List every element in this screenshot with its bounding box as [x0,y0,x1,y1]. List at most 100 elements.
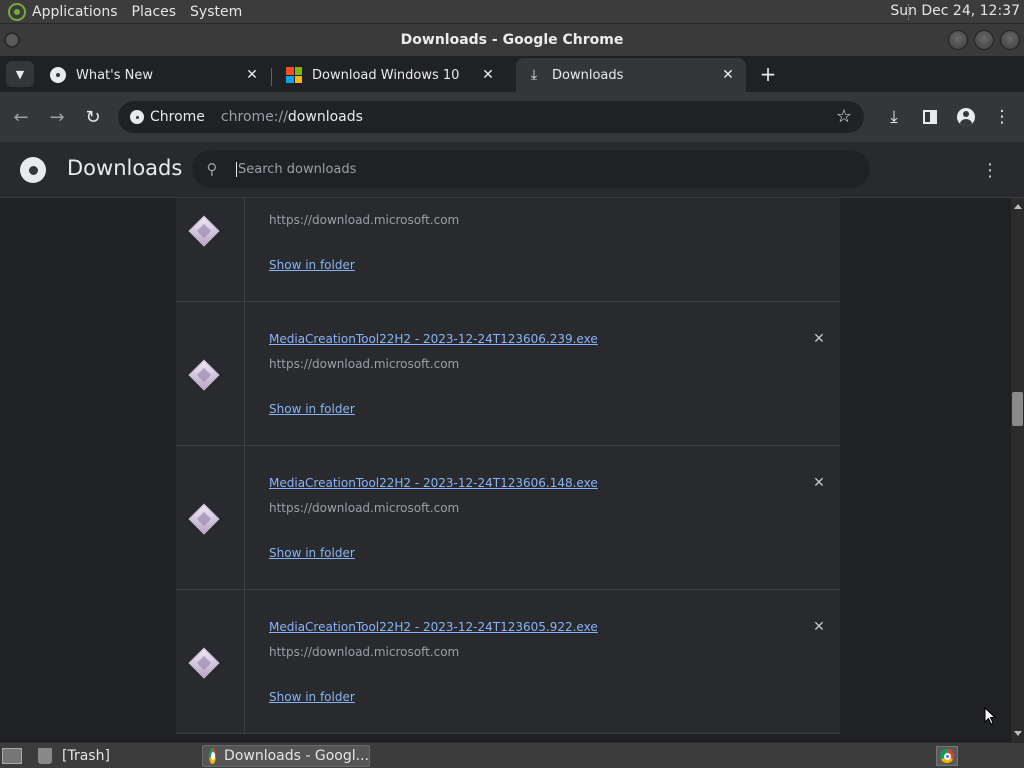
downloads-list: https://download.microsoft.com Show in f… [0,198,1010,742]
file-icon-column [176,590,245,733]
tab-label: Downloads [552,67,624,83]
back-button[interactable]: ← [8,104,34,130]
show-in-folder-link[interactable]: Show in folder [269,258,355,272]
show-in-folder-link[interactable]: Show in folder [269,690,355,704]
taskbar-item-label: [Trash] [62,748,110,764]
remove-from-list-button[interactable]: ✕ [810,618,828,636]
chip-label: Chrome [150,109,205,125]
side-panel-button[interactable] [917,104,943,130]
window-titlebar[interactable]: Downloads - Google Chrome [0,24,1024,56]
tab-downloads[interactable]: ⤓ Downloads ✕ [516,58,746,92]
download-item: https://download.microsoft.com Show in f… [176,198,840,302]
file-icon [188,359,220,391]
tab-label: What's New [76,67,153,83]
page-title: Downloads [67,156,183,180]
new-tab-button[interactable]: + [756,62,780,86]
arrow-left-icon: ← [13,106,29,128]
tab-search-button[interactable]: ▼ [6,61,34,87]
browser-toolbar: ← → ↻ Chrome chrome://downloads ☆ ⤓ ⋮ [0,92,1024,142]
scroll-up-arrow-icon[interactable] [1014,204,1022,209]
taskbar-item-trash[interactable]: [Trash] [56,745,198,767]
downloads-more-actions-icon[interactable]: ⋮ [980,158,1000,182]
clock[interactable]: Sun Dec 24, 12:37 [890,3,1020,19]
distro-logo-icon[interactable] [8,2,26,21]
close-icon[interactable]: ✕ [480,67,496,83]
tab-strip: ▼ What's New ✕ Download Windows 10 ✕ ⤓ D… [0,56,1024,92]
tab-label: Download Windows 10 [312,67,460,83]
download-file-name-link[interactable]: MediaCreationTool22H2 - 2023-12-24T12360… [269,476,598,490]
download-item: MediaCreationTool22H2 - 2023-12-24T12360… [176,302,840,446]
forward-button[interactable]: → [44,104,70,130]
search-icon: ⚲ [206,160,218,178]
page-scrollbar[interactable] [1010,198,1024,742]
download-source-url: https://download.microsoft.com [269,501,460,515]
window-title: Downloads - Google Chrome [400,32,624,48]
tab-download-windows[interactable]: Download Windows 10 ✕ [276,58,506,92]
close-icon[interactable]: ✕ [720,67,736,83]
side-panel-icon [923,110,937,124]
tab-divider [271,68,272,86]
file-icon-column [176,446,245,589]
more-vert-icon: ⋮ [993,107,1011,127]
bottom-panel: [Trash] Downloads - Googl... [0,742,1024,768]
scrollbar-thumb[interactable] [1012,392,1023,426]
download-file-name-link[interactable]: MediaCreationTool22H2 - 2023-12-24T12360… [269,332,598,346]
profile-icon [957,108,975,126]
download-file-name-link[interactable]: MediaCreationTool22H2 - 2023-12-24T12360… [269,620,598,634]
show-desktop-icon[interactable] [2,748,22,764]
chrome-icon [130,110,144,124]
places-menu[interactable]: Places [132,4,177,20]
system-menu[interactable]: System [190,4,242,20]
minimize-button[interactable] [948,30,968,50]
tray-chrome-launcher[interactable] [936,746,958,766]
download-source-url: https://download.microsoft.com [269,213,460,227]
download-source-url: https://download.microsoft.com [269,357,460,371]
download-item: MediaCreationTool22H2 - 2023-12-24T12360… [176,446,840,590]
reload-button[interactable]: ↻ [80,104,106,130]
downloads-header: Downloads ⚲ ⋮ [0,142,1024,198]
site-info-chip[interactable]: Chrome [130,109,205,125]
chrome-logo-icon [20,157,46,183]
plus-icon: + [759,62,777,86]
close-window-button[interactable] [1000,30,1020,50]
reload-icon: ↻ [85,106,101,128]
show-in-folder-link[interactable]: Show in folder [269,546,355,560]
download-icon: ⤓ [890,107,898,127]
trash-icon[interactable] [38,748,52,764]
file-icon-column [176,198,245,301]
top-panel: Applications Places System Sun Dec 24, 1… [0,0,1024,24]
arrow-right-icon: → [49,106,65,128]
file-icon-column [176,302,245,445]
applications-menu[interactable]: Applications [32,4,118,20]
chrome-menu-button[interactable]: ⋮ [989,104,1015,130]
search-input[interactable] [236,161,836,177]
windows-logo-icon [286,67,302,83]
chevron-down-icon: ▼ [15,67,25,81]
show-in-folder-link[interactable]: Show in folder [269,402,355,416]
url-host: downloads [287,109,363,125]
url-text[interactable]: chrome://downloads [221,109,363,125]
bookmark-star-icon[interactable]: ☆ [836,106,852,127]
remove-from-list-button[interactable]: ✕ [810,474,828,492]
window-menu-icon[interactable] [4,32,20,48]
taskbar-item-chrome[interactable]: Downloads - Googl... [202,745,370,767]
chrome-icon [209,748,217,764]
maximize-button[interactable] [974,30,994,50]
scroll-down-arrow-icon[interactable] [1014,731,1022,736]
file-icon [188,647,220,679]
close-icon[interactable]: ✕ [244,67,260,83]
profile-button[interactable] [953,104,979,130]
taskbar-item-label: Downloads - Googl... [224,748,369,764]
address-bar[interactable]: Chrome chrome://downloads ☆ [118,101,864,133]
chrome-icon [50,67,66,83]
url-scheme: chrome:// [220,109,288,125]
downloads-button[interactable]: ⤓ [881,104,907,130]
search-downloads-box[interactable]: ⚲ [192,150,870,188]
download-source-url: https://download.microsoft.com [269,645,460,659]
download-item: MediaCreationTool22H2 - 2023-12-24T12360… [176,590,840,734]
remove-from-list-button[interactable]: ✕ [810,330,828,348]
tab-whats-new[interactable]: What's New ✕ [40,58,270,92]
mouse-pointer-icon [984,706,997,725]
chrome-icon [940,749,954,763]
file-icon [188,215,220,247]
